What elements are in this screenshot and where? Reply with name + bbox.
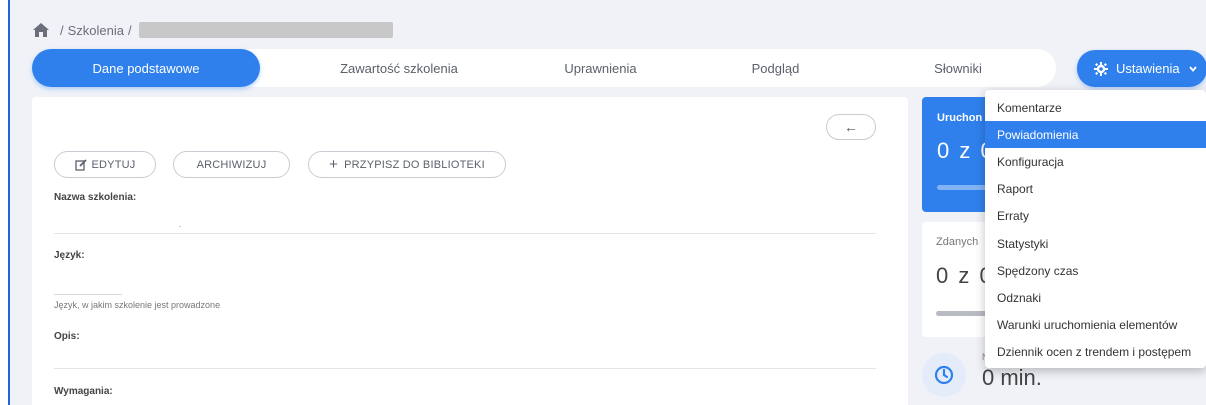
name-value-dot <box>179 226 181 227</box>
language-input-line[interactable] <box>54 294 122 295</box>
tab-slowniki[interactable]: Słowniki <box>863 49 1053 87</box>
menu-item-erraty[interactable]: Erraty <box>985 203 1206 230</box>
menu-item-statystyki[interactable]: Statystyki <box>985 230 1206 257</box>
menu-item-komentarze[interactable]: Komentarze <box>985 94 1206 121</box>
main-card: ← EDYTUJ ARCHIWIZUJ + PRZYPISZ DO BIBLIO… <box>32 97 908 405</box>
requirements-label: Wymagania: <box>54 386 113 397</box>
description-label: Opis: <box>54 331 80 342</box>
tab-zawartosc-szkolenia[interactable]: Zawartość szkolenia <box>285 49 513 87</box>
menu-item-odznaki[interactable]: Odznaki <box>985 284 1206 311</box>
breadcrumb: / Szkolenia / <box>32 21 393 39</box>
edit-label: EDYTUJ <box>91 158 136 171</box>
settings-dropdown-menu: Komentarze Powiadomienia Konfiguracja Ra… <box>985 90 1206 368</box>
tab-podglad[interactable]: Podgląd <box>688 49 863 87</box>
menu-item-warunki-uruchomienia[interactable]: Warunki uruchomienia elementów <box>985 312 1206 339</box>
clock-icon <box>922 353 966 397</box>
archive-button[interactable]: ARCHIWIZUJ <box>173 151 290 178</box>
language-label: Język: <box>54 250 85 261</box>
tab-uprawnienia[interactable]: Uprawnienia <box>513 49 688 87</box>
back-button[interactable]: ← <box>826 114 876 140</box>
menu-item-konfiguracja[interactable]: Konfiguracja <box>985 148 1206 175</box>
launched-label: Uruchon <box>937 112 983 124</box>
left-accent-line <box>8 0 10 405</box>
edit-button[interactable]: EDYTUJ <box>54 151 156 178</box>
settings-button[interactable]: Ustawienia <box>1077 50 1206 87</box>
edit-icon <box>74 158 87 171</box>
passed-label: Zdanych <box>936 236 979 248</box>
language-hint: Język, w jakim szkolenie jest prowadzone <box>54 300 221 310</box>
assign-label: PRZYPISZ DO BIBLIOTEKI <box>344 158 485 171</box>
menu-item-raport[interactable]: Raport <box>985 176 1206 203</box>
divider <box>54 368 876 369</box>
tab-bar: Dane podstawowe Zawartość szkolenia Upra… <box>32 49 1056 87</box>
menu-item-dziennik-ocen[interactable]: Dziennik ocen z trendem i postępem <box>985 339 1206 366</box>
divider <box>54 233 876 234</box>
breadcrumb-separator: / <box>128 22 132 38</box>
breadcrumb-masked-title <box>138 22 393 38</box>
archive-label: ARCHIWIZUJ <box>196 158 267 171</box>
chevron-down-icon <box>1188 65 1197 72</box>
assign-to-library-button[interactable]: + PRZYPISZ DO BIBLIOTEKI <box>308 151 506 178</box>
menu-item-spedzony-czas[interactable]: Spędzony czas <box>985 257 1206 284</box>
settings-label: Ustawienia <box>1116 61 1180 76</box>
home-icon[interactable] <box>32 22 50 38</box>
time-value: 0 min. <box>982 365 1042 390</box>
breadcrumb-separator: / <box>60 22 64 38</box>
menu-item-powiadomienia[interactable]: Powiadomienia <box>985 121 1206 149</box>
gear-icon <box>1094 61 1108 76</box>
breadcrumb-section[interactable]: Szkolenia <box>68 23 124 38</box>
plus-icon: + <box>329 156 339 173</box>
arrow-left-icon: ← <box>844 119 858 135</box>
name-label: Nazwa szkolenia: <box>54 192 137 203</box>
tab-dane-podstawowe[interactable]: Dane podstawowe <box>32 49 260 87</box>
